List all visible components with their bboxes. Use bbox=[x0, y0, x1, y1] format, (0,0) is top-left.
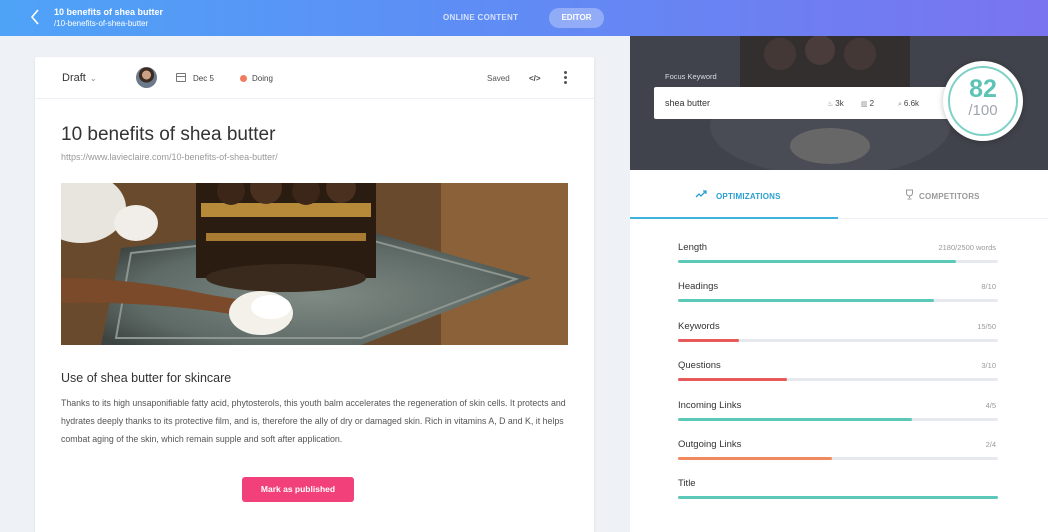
hero-image bbox=[61, 183, 568, 345]
metric-value: 2/4 bbox=[985, 440, 996, 449]
status-dot bbox=[240, 75, 247, 82]
metric-row[interactable]: Headings 8/10 bbox=[678, 281, 998, 311]
metric-value: 4/5 bbox=[985, 400, 996, 410]
metric-name: Keywords bbox=[678, 320, 720, 332]
score-max: /100 bbox=[968, 102, 998, 119]
tab-online-content[interactable]: ONLINE CONTENT bbox=[443, 13, 518, 22]
flame-icon: ♨ bbox=[827, 101, 834, 108]
metric-value: 15/50 bbox=[977, 321, 996, 331]
document-slug: /10-benefits-of-shea-butter bbox=[54, 19, 149, 28]
metric-row[interactable]: Questions 3/10 bbox=[678, 360, 998, 390]
more-vertical-icon[interactable] bbox=[564, 71, 568, 85]
metric-row[interactable]: Incoming Links 4/5 bbox=[678, 400, 998, 430]
focus-keyword-input[interactable]: shea butter ♨ 3k ▥ 2 ⌕ 6.6k bbox=[654, 87, 954, 119]
metric-progress-fill bbox=[678, 299, 934, 303]
metric-row[interactable]: Keywords 15/50 bbox=[678, 321, 998, 351]
volume-stat: ♨ 3k bbox=[827, 99, 844, 108]
metric-progress-fill bbox=[678, 496, 998, 500]
back-arrow-icon[interactable] bbox=[30, 9, 46, 27]
difficulty-stat: ▥ 2 bbox=[861, 99, 875, 108]
chevron-down-icon: ⌄ bbox=[89, 74, 97, 83]
optimization-panel: Focus Keyword shea butter ♨ 3k ▥ 2 ⌕ 6.6k 8… bbox=[630, 36, 1048, 532]
trend-icon bbox=[695, 189, 707, 202]
content-score: 82 /100 bbox=[943, 61, 1023, 141]
metric-progress-track bbox=[678, 457, 998, 460]
metric-value: 2180/2500 words bbox=[938, 243, 996, 252]
metric-name: Incoming Links bbox=[678, 399, 742, 411]
tab-competitors[interactable]: COMPETITORS bbox=[838, 170, 1048, 219]
focus-keyword-label: Focus Keyword bbox=[665, 72, 717, 81]
trophy-icon bbox=[904, 189, 915, 203]
mark-as-published-button[interactable]: Mark as published bbox=[242, 477, 354, 502]
status-dropdown[interactable]: Draft ⌄ bbox=[62, 72, 97, 84]
tab-optimizations-label: OPTIMIZATIONS bbox=[716, 192, 781, 201]
status-label: Draft bbox=[62, 72, 86, 84]
metric-progress-track bbox=[678, 260, 998, 263]
tab-editor[interactable]: EDITOR bbox=[549, 8, 604, 28]
article-url: https://www.lavieclaire.com/10-benefits-… bbox=[61, 152, 278, 162]
metric-progress-track bbox=[678, 338, 998, 342]
metric-row[interactable]: Outgoing Links 2/4 bbox=[678, 439, 998, 469]
metric-name: Questions bbox=[678, 360, 721, 372]
article-title[interactable]: 10 benefits of shea butter bbox=[61, 124, 275, 146]
metric-progress-track bbox=[678, 417, 998, 421]
metric-name: Length bbox=[678, 242, 708, 253]
calendar-icon bbox=[176, 73, 186, 82]
metric-progress-fill bbox=[678, 338, 739, 342]
focus-keyword-value: shea butter bbox=[665, 98, 711, 108]
workflow-state[interactable]: Doing bbox=[252, 74, 273, 83]
metric-progress-track bbox=[678, 378, 998, 382]
metric-progress-track bbox=[678, 299, 998, 303]
metric-progress-fill bbox=[678, 417, 912, 421]
editor-card: Draft ⌄ Dec 5 Doing Saved </> 10 benefits… bbox=[35, 57, 594, 532]
keyword-banner: Focus Keyword shea butter ♨ 3k ▥ 2 ⌕ 6.6k 8… bbox=[630, 36, 1048, 170]
saved-indicator: Saved bbox=[487, 74, 510, 83]
metric-value: 8/10 bbox=[981, 282, 996, 292]
metric-row[interactable]: Title bbox=[678, 478, 998, 508]
code-icon[interactable]: </> bbox=[529, 74, 541, 83]
due-date[interactable]: Dec 5 bbox=[193, 74, 214, 83]
tab-optimizations[interactable]: OPTIMIZATIONS bbox=[630, 170, 838, 219]
document-title: 10 benefits of shea butter bbox=[54, 7, 164, 17]
top-bar: 10 benefits of shea butter /10-benefits-… bbox=[0, 0, 1048, 36]
metric-row[interactable]: Length 2180/2500 words bbox=[678, 242, 998, 272]
metric-progress-track bbox=[678, 496, 998, 500]
bar-chart-icon: ▥ bbox=[861, 101, 868, 108]
body-paragraph[interactable]: Thanks to its high unsaponifiable fatty … bbox=[61, 394, 571, 448]
metric-progress-fill bbox=[678, 457, 832, 460]
metric-name: Headings bbox=[678, 281, 719, 293]
section-heading[interactable]: Use of shea butter for skincare bbox=[61, 371, 231, 385]
editor-toolbar: Draft ⌄ Dec 5 Doing Saved </> bbox=[35, 57, 594, 99]
metric-value: 3/10 bbox=[981, 361, 996, 371]
search-icon: ⌕ bbox=[898, 101, 902, 108]
avatar[interactable] bbox=[136, 67, 157, 88]
metric-progress-fill bbox=[678, 260, 957, 263]
panel-tabs: OPTIMIZATIONS COMPETITORS bbox=[630, 170, 1048, 219]
tab-competitors-label: COMPETITORS bbox=[919, 192, 980, 201]
metric-name: Outgoing Links bbox=[678, 439, 742, 450]
metric-name: Title bbox=[678, 478, 696, 490]
results-stat: ⌕ 6.6k bbox=[898, 99, 920, 108]
metric-progress-fill bbox=[678, 378, 787, 382]
score-value: 82 bbox=[969, 75, 997, 103]
